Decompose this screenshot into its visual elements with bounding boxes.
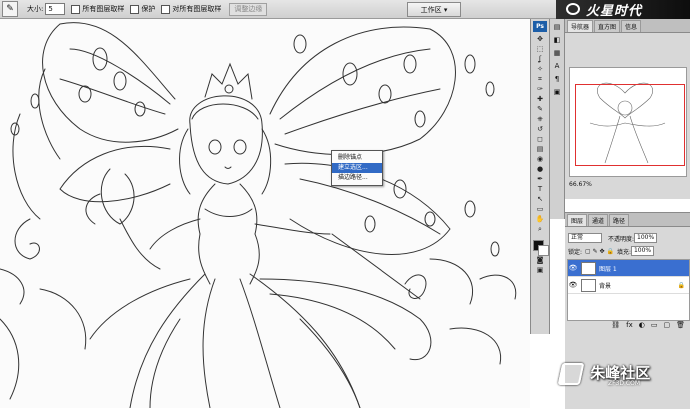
- tool-presets-icon[interactable]: ▣: [552, 87, 563, 97]
- tool-list: ✥ ⬚ ʆ ✧ ⌗ ✑ ✚ ✎ ⎈ ↺ ◻ ▤ ◉ ● ✒ T ↖ ▭ ✋ ⌕: [531, 35, 549, 234]
- stamp-icon[interactable]: ⎈: [534, 115, 546, 124]
- context-menu: 删除锚点 建立选区... 描边路径...: [331, 150, 383, 186]
- crop-icon[interactable]: ⌗: [534, 75, 546, 84]
- lock-label: 锁定:: [568, 248, 583, 256]
- actions-icon[interactable]: ◧: [552, 35, 563, 45]
- collapsed-panel-dock: ▤ ◧ ▦ A ¶ ▣: [550, 19, 565, 219]
- tab-paths[interactable]: 路径: [609, 214, 630, 226]
- layer-thumbnail: [581, 261, 596, 275]
- dodge-icon[interactable]: ●: [534, 165, 546, 174]
- navigator-panel: 导航器 直方图 信息 66.67%: [565, 19, 690, 199]
- navigator-view-box[interactable]: [575, 84, 685, 166]
- gradient-icon[interactable]: ▤: [534, 145, 546, 154]
- tools-panel: Ps ✥ ⬚ ʆ ✧ ⌗ ✑ ✚ ✎ ⎈ ↺ ◻ ▤ ◉ ● ✒ T ↖ ▭ ✋ ⌕ ◙ ▣: [530, 19, 550, 334]
- layers-tabs: 图层 通道 路径: [565, 213, 690, 227]
- eyedropper-icon[interactable]: ✑: [534, 85, 546, 94]
- checkbox-protect[interactable]: [130, 4, 140, 14]
- photoshop-logo: Ps: [533, 21, 547, 32]
- lock-row: 锁定: ▢ ✎ ✥ 🔒 填充: 100%: [568, 246, 655, 256]
- fill-label: 填充:: [616, 248, 631, 256]
- workspace-dropdown[interactable]: 工作区 ▾: [407, 2, 461, 17]
- mask-icon[interactable]: ▭: [651, 321, 658, 331]
- watermark-subtext: ZF3D.COM: [608, 380, 640, 387]
- swatches-icon[interactable]: ▦: [552, 48, 563, 58]
- lock-icon: 🔒: [677, 281, 685, 289]
- quick-mask-icon[interactable]: ◙: [534, 256, 546, 265]
- checkbox-sample-all-label: 所有图层取样: [82, 5, 125, 13]
- history-brush-icon[interactable]: ↺: [534, 125, 546, 134]
- navigator-tabs: 导航器 直方图 信息: [565, 19, 690, 33]
- layer-name: 背景: [599, 282, 612, 290]
- fx-icon[interactable]: fx: [626, 321, 633, 331]
- brush-icon[interactable]: ✎: [2, 1, 18, 17]
- size-label: 大小:: [27, 5, 44, 13]
- context-menu-item-stroke-path[interactable]: 描边路径...: [332, 173, 382, 183]
- eye-icon[interactable]: 👁: [568, 264, 578, 272]
- blur-icon[interactable]: ◉: [534, 155, 546, 164]
- type-icon[interactable]: T: [534, 185, 546, 194]
- watermark-logo-icon: [557, 362, 585, 385]
- move-icon[interactable]: ✥: [534, 35, 546, 44]
- wand-icon[interactable]: ✧: [534, 65, 546, 74]
- layers-bottom-bar: ⛓ fx ◐ ▭ ▢ 🗑: [567, 321, 688, 331]
- workspace-label: 工作区: [420, 5, 442, 14]
- layer-row-layer-1[interactable]: 👁 图层 1: [568, 260, 689, 277]
- layer-name: 图层 1: [599, 265, 617, 273]
- context-menu-item-make-selection[interactable]: 建立选区...: [332, 163, 382, 173]
- shape-icon[interactable]: ▭: [534, 205, 546, 214]
- checkbox-all-layers-label: 对所有图层取样: [172, 5, 222, 13]
- chevron-down-icon: ▾: [441, 5, 448, 14]
- history-icon[interactable]: ▤: [552, 22, 563, 32]
- zoom-icon[interactable]: ⌕: [534, 225, 546, 234]
- pen-icon[interactable]: ✒: [534, 175, 546, 184]
- fill-input[interactable]: 100%: [630, 246, 655, 256]
- blend-row: 正常 不透明度: 100%: [568, 233, 658, 243]
- refine-edge-button[interactable]: 调整边缘: [229, 2, 268, 16]
- size-input[interactable]: 5: [45, 3, 66, 15]
- lock-icons[interactable]: ▢ ✎ ✥ 🔒: [585, 248, 614, 255]
- new-layer-icon[interactable]: ▢: [663, 321, 670, 331]
- marquee-icon[interactable]: ⬚: [534, 45, 546, 54]
- checkbox-sample-all[interactable]: [71, 4, 81, 14]
- lasso-icon[interactable]: ʆ: [534, 55, 546, 64]
- tab-channels[interactable]: 通道: [588, 214, 609, 226]
- hand-icon[interactable]: ✋: [534, 215, 546, 224]
- tab-layers[interactable]: 图层: [567, 214, 588, 226]
- checkbox-all-layers[interactable]: [161, 4, 171, 14]
- brand-text: 火星时代: [586, 4, 643, 19]
- tab-info[interactable]: 信息: [621, 20, 642, 32]
- trash-icon[interactable]: 🗑: [676, 321, 685, 331]
- layers-list: 👁 图层 1 👁 背景 🔒: [567, 259, 690, 321]
- eraser-icon[interactable]: ◻: [534, 135, 546, 144]
- opacity-label: 不透明度:: [608, 235, 635, 243]
- tab-histogram[interactable]: 直方图: [594, 20, 621, 32]
- paragraph-icon[interactable]: ¶: [552, 74, 563, 84]
- character-icon[interactable]: A: [552, 61, 563, 71]
- heal-icon[interactable]: ✚: [534, 95, 546, 104]
- layer-thumbnail: [581, 278, 596, 292]
- brand-logo-icon: [566, 3, 580, 15]
- fairy-sketch: [0, 22, 517, 408]
- layer-row-background[interactable]: 👁 背景 🔒: [568, 277, 689, 294]
- document-canvas[interactable]: 删除锚点 建立选区... 描边路径...: [0, 19, 530, 408]
- path-select-icon[interactable]: ↖: [534, 195, 546, 204]
- screen-mode-icon[interactable]: ▣: [534, 266, 546, 275]
- navigator-zoom-text[interactable]: 66.67%: [569, 181, 592, 188]
- blend-mode-select[interactable]: 正常: [568, 233, 602, 243]
- opacity-input[interactable]: 100%: [634, 233, 658, 243]
- context-menu-item-delete-anchor[interactable]: 删除锚点: [332, 153, 382, 163]
- link-layers-icon[interactable]: ⛓: [611, 321, 620, 331]
- adjustment-icon[interactable]: ◐: [639, 321, 645, 331]
- tab-navigator[interactable]: 导航器: [567, 20, 594, 32]
- eye-icon[interactable]: 👁: [568, 281, 578, 289]
- checkbox-protect-label: 保护: [141, 5, 156, 13]
- color-swatches[interactable]: [533, 240, 549, 256]
- dock-icons: ▤ ◧ ▦ A ¶ ▣: [550, 22, 564, 97]
- navigator-thumbnail[interactable]: [569, 67, 687, 177]
- brush-icon[interactable]: ✎: [534, 105, 546, 114]
- background-color-swatch[interactable]: [538, 245, 549, 256]
